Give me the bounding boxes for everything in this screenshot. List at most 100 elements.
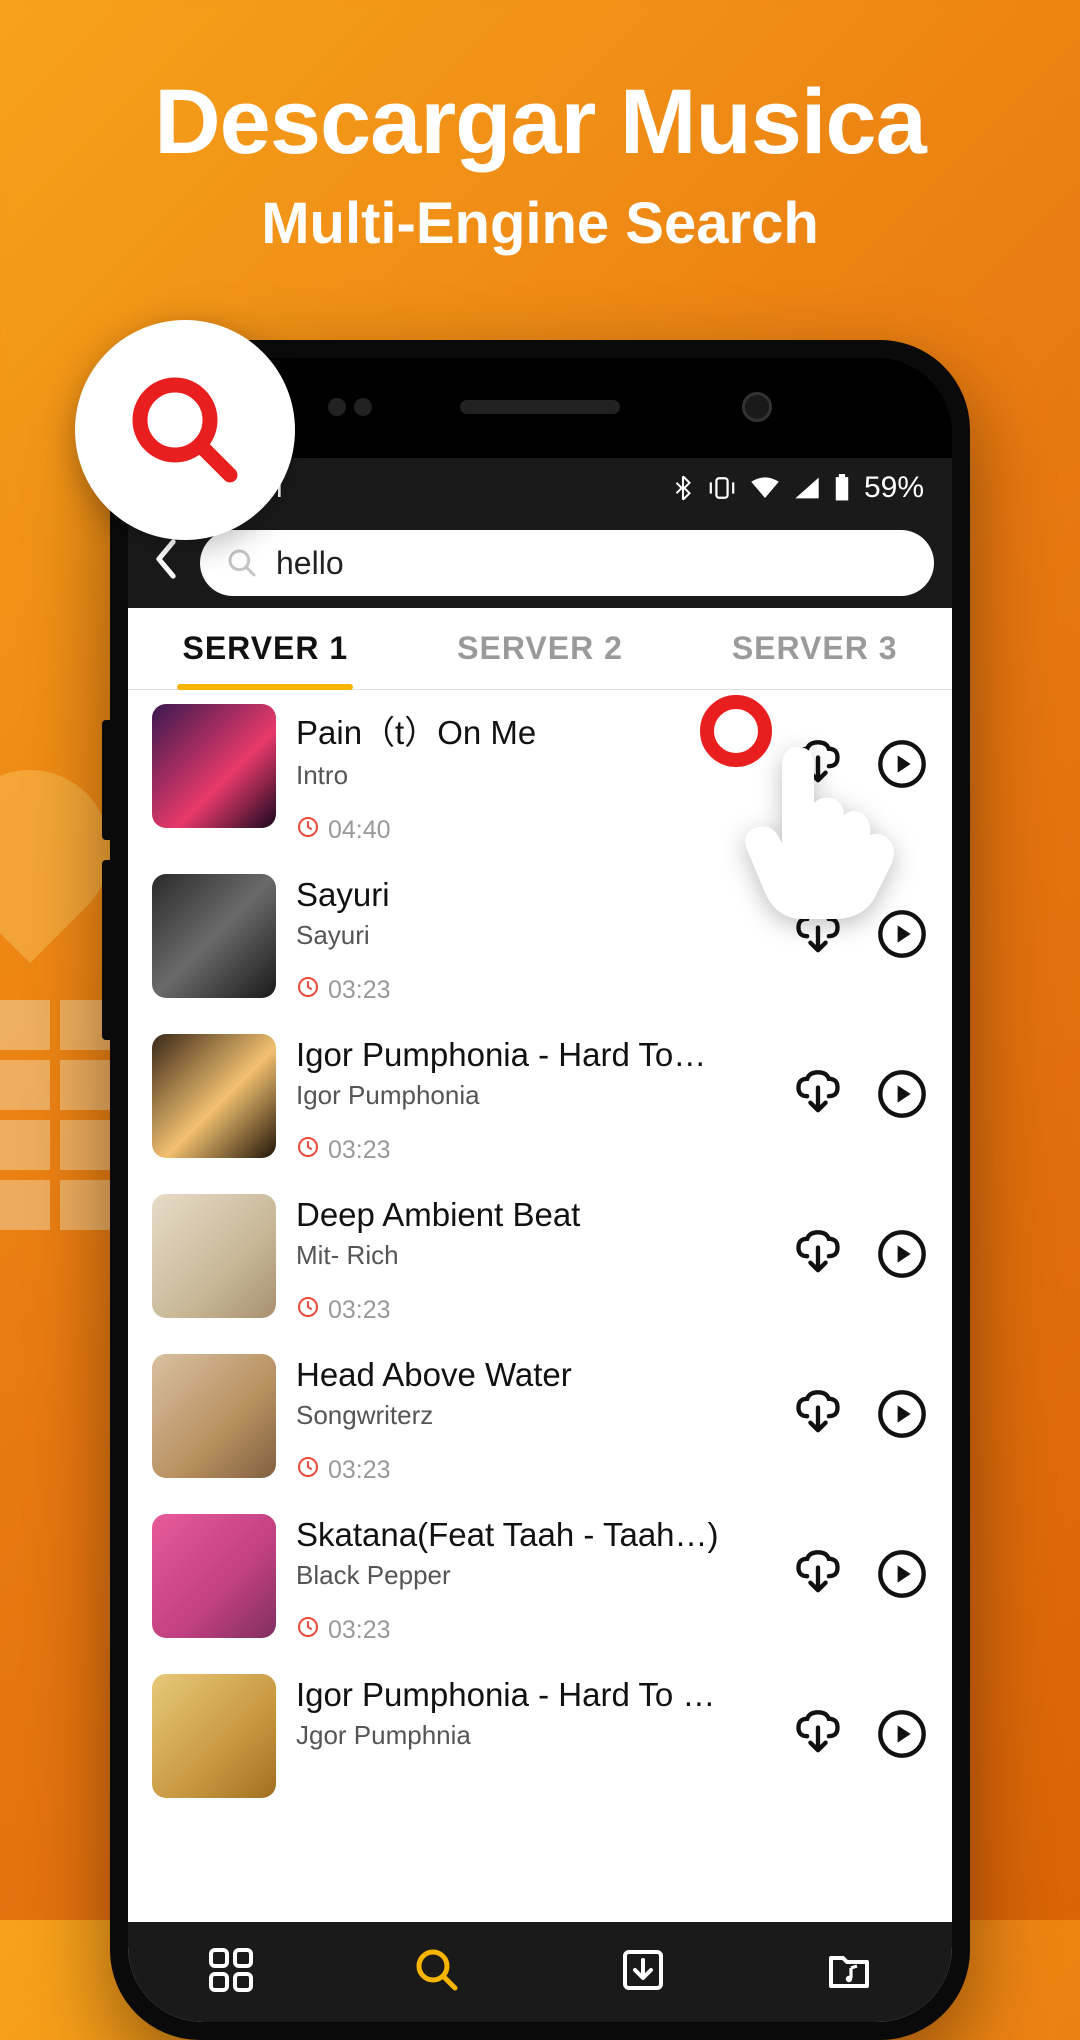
song-artist: Sayuri: [296, 920, 772, 951]
download-button[interactable]: [792, 1550, 844, 1602]
song-thumbnail: [152, 1194, 276, 1318]
cloud-download-icon: [792, 1548, 844, 1605]
song-duration: 03:23: [296, 1295, 772, 1326]
play-circle-icon: [876, 1068, 928, 1125]
song-thumbnail: [152, 874, 276, 998]
search-icon: [226, 547, 258, 579]
play-button[interactable]: [876, 1070, 928, 1122]
signal-icon: [794, 476, 820, 500]
tab-server-3[interactable]: SERVER 3: [677, 608, 952, 689]
promo-search-badge: [75, 320, 295, 540]
phone-mockup: Project Fi 59%: [110, 340, 970, 2040]
music-folder-icon: [825, 1946, 873, 1994]
search-input[interactable]: hello: [200, 530, 934, 596]
song-duration: 03:23: [296, 1135, 772, 1166]
song-thumbnail: [152, 1514, 276, 1638]
power-button: [102, 860, 110, 1040]
cloud-download-icon: [792, 1228, 844, 1285]
song-title: Deep Ambient Beat: [296, 1196, 772, 1234]
volume-button: [102, 720, 110, 840]
cloud-download-icon: [792, 1068, 844, 1125]
song-artist: Jgor Pumphnia: [296, 1720, 772, 1751]
promo-subtitle: Multi-Engine Search: [0, 190, 1080, 257]
chevron-left-icon: [152, 539, 180, 579]
clock-icon: [296, 975, 320, 1006]
song-artist: Black Pepper: [296, 1560, 772, 1591]
download-button[interactable]: [792, 1070, 844, 1122]
nav-library[interactable]: [825, 1946, 873, 1999]
clock-icon: [296, 1455, 320, 1486]
bluetooth-icon: [672, 475, 694, 501]
song-thumbnail: [152, 704, 276, 828]
clock-icon: [296, 1295, 320, 1326]
sensor-icon: [328, 398, 378, 416]
song-thumbnail: [152, 1034, 276, 1158]
song-artist: Igor Pumphonia: [296, 1080, 772, 1111]
song-title: Igor Pumphonia - Hard To…: [296, 1036, 772, 1074]
song-title: Head Above Water: [296, 1356, 772, 1394]
play-button[interactable]: [876, 1550, 928, 1602]
play-button[interactable]: [876, 1230, 928, 1282]
search-icon: [413, 1946, 461, 1994]
play-circle-icon: [876, 1388, 928, 1445]
song-row[interactable]: Igor Pumphonia - Hard To … Jgor Pumphnia: [128, 1660, 952, 1812]
song-duration: 03:23: [296, 1455, 772, 1486]
song-row[interactable]: Skatana(Feat Taah - Taah…) Black Pepper 03…: [128, 1500, 952, 1660]
app-screen: Project Fi 59%: [128, 458, 952, 2022]
song-row[interactable]: Deep Ambient Beat Mit- Rich 03:23: [128, 1180, 952, 1340]
cloud-download-icon: [792, 1388, 844, 1445]
song-thumbnail: [152, 1354, 276, 1478]
song-meta: Head Above Water Songwriterz 03:23: [296, 1354, 772, 1486]
play-circle-icon: [876, 1548, 928, 1605]
phone-camera: [742, 392, 772, 422]
song-thumbnail: [152, 1674, 276, 1798]
play-button[interactable]: [876, 1390, 928, 1442]
download-button[interactable]: [792, 1390, 844, 1442]
server-tabs: SERVER 1SERVER 2SERVER 3: [128, 608, 952, 690]
song-artist: Songwriterz: [296, 1400, 772, 1431]
search-bar: hello: [128, 518, 952, 608]
bottom-nav: [128, 1922, 952, 2022]
song-title: Igor Pumphonia - Hard To …: [296, 1676, 772, 1714]
nav-search[interactable]: [413, 1946, 461, 1999]
battery-icon: [834, 474, 850, 502]
song-artist: Mit- Rich: [296, 1240, 772, 1271]
play-circle-icon: [876, 1708, 928, 1765]
play-button[interactable]: [876, 1710, 928, 1762]
clock-icon: [296, 1135, 320, 1166]
song-meta: Igor Pumphonia - Hard To … Jgor Pumphnia: [296, 1674, 772, 1751]
song-duration: 04:40: [296, 815, 772, 846]
search-value: hello: [276, 545, 344, 582]
grid-icon: [207, 1946, 255, 1994]
download-box-icon: [619, 1946, 667, 1994]
tab-server-2[interactable]: SERVER 2: [403, 608, 678, 689]
tab-server-1[interactable]: SERVER 1: [128, 608, 403, 689]
pointer-hand-icon: [718, 727, 918, 927]
song-title: Sayuri: [296, 876, 772, 914]
download-button[interactable]: [792, 1230, 844, 1282]
song-duration: 03:23: [296, 1615, 772, 1646]
phone-speaker: [460, 400, 620, 414]
vibrate-icon: [708, 475, 736, 501]
cloud-download-icon: [792, 1708, 844, 1765]
clock-icon: [296, 815, 320, 846]
song-meta: Skatana(Feat Taah - Taah…) Black Pepper 03…: [296, 1514, 772, 1646]
nav-downloads[interactable]: [619, 1946, 667, 1999]
wifi-icon: [750, 476, 780, 500]
song-row[interactable]: Head Above Water Songwriterz 03:23: [128, 1340, 952, 1500]
song-meta: Deep Ambient Beat Mit- Rich 03:23: [296, 1194, 772, 1326]
play-circle-icon: [876, 1228, 928, 1285]
search-icon: [125, 370, 245, 490]
promo-title: Descargar Musica: [0, 70, 1080, 175]
song-duration: 03:23: [296, 975, 772, 1006]
song-row[interactable]: Igor Pumphonia - Hard To… Igor Pumphonia 0…: [128, 1020, 952, 1180]
nav-home[interactable]: [207, 1946, 255, 1999]
clock-icon: [296, 1615, 320, 1646]
back-button[interactable]: [146, 536, 186, 590]
song-title: Skatana(Feat Taah - Taah…): [296, 1516, 772, 1554]
song-meta: Sayuri Sayuri 03:23: [296, 874, 772, 1006]
song-meta: Igor Pumphonia - Hard To… Igor Pumphonia 0…: [296, 1034, 772, 1166]
tap-indicator: [700, 695, 772, 767]
download-button[interactable]: [792, 1710, 844, 1762]
battery-percentage: 59%: [864, 471, 924, 505]
